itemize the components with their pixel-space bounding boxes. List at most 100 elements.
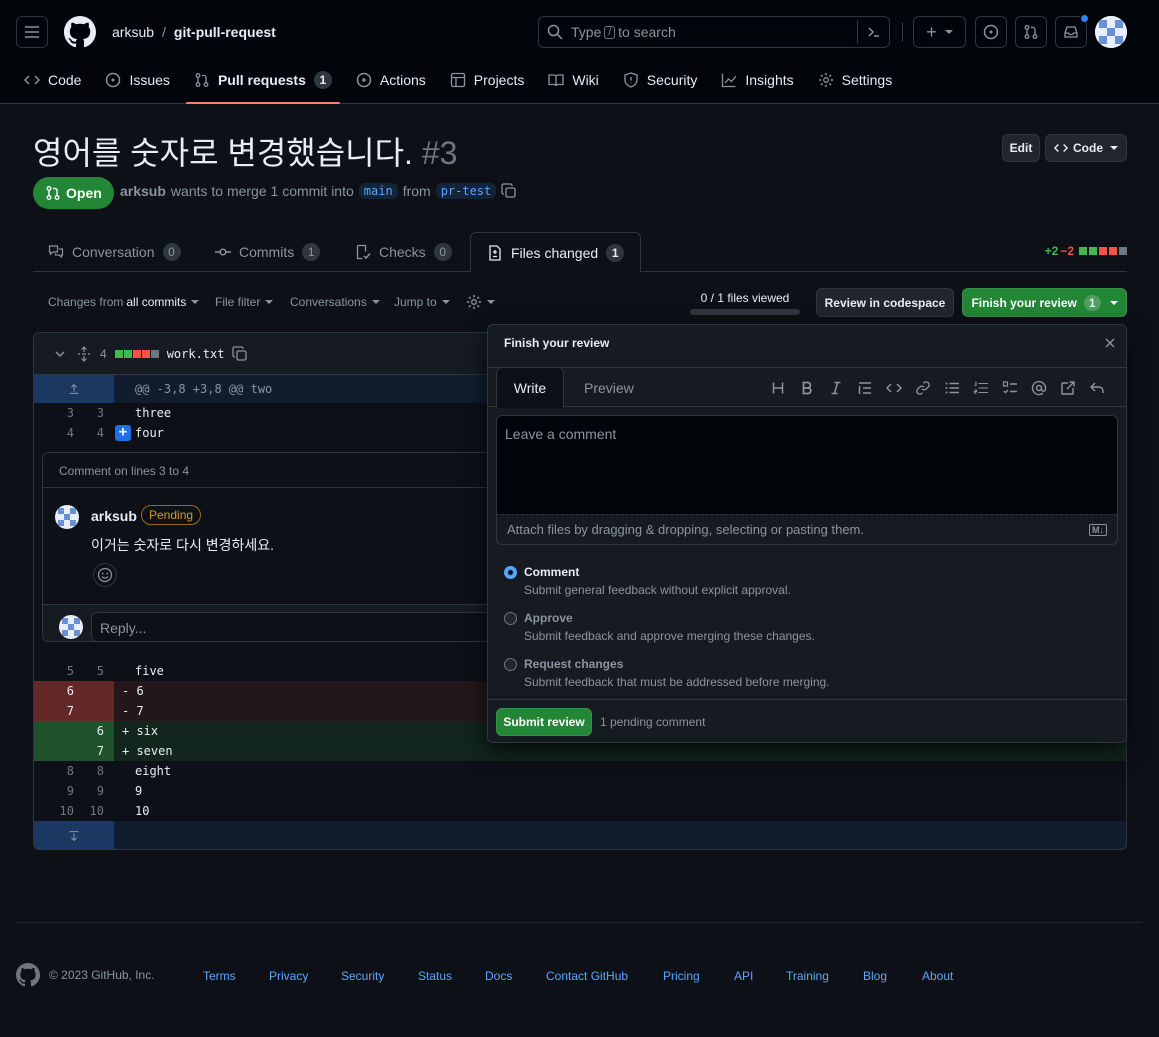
comment-author[interactable]: arksub bbox=[91, 508, 137, 524]
tab-insights-label: Insights bbox=[745, 72, 794, 88]
avatar[interactable] bbox=[1095, 16, 1127, 48]
code-dropdown-button[interactable]: Code bbox=[1045, 134, 1127, 162]
issues-button[interactable] bbox=[975, 16, 1007, 48]
reply-icon[interactable] bbox=[1089, 380, 1105, 396]
footer-link-security[interactable]: Security bbox=[341, 969, 384, 983]
changes-from-dropdown[interactable]: Changes from all commits bbox=[48, 295, 200, 309]
reply-input[interactable]: Reply... bbox=[91, 612, 511, 641]
ordered-list-icon[interactable] bbox=[973, 380, 989, 396]
menu-button[interactable] bbox=[16, 16, 48, 48]
footer-link-status[interactable]: Status bbox=[418, 969, 452, 983]
heading-icon[interactable] bbox=[770, 380, 786, 396]
avatar[interactable] bbox=[55, 505, 79, 529]
quote-icon[interactable] bbox=[857, 380, 873, 396]
tab-insights[interactable]: Insights bbox=[713, 64, 801, 96]
new-line-number[interactable]: 7 bbox=[64, 741, 104, 761]
option-approve-title[interactable]: Approve bbox=[524, 611, 573, 625]
base-branch[interactable]: main bbox=[358, 183, 398, 199]
add-reaction-button[interactable] bbox=[93, 563, 117, 587]
footer-link-terms[interactable]: Terms bbox=[203, 969, 236, 983]
edit-title-button[interactable]: Edit bbox=[1002, 134, 1040, 162]
attach-files-area[interactable]: Attach files by dragging & dropping, sel… bbox=[496, 514, 1118, 545]
option-request-changes-title[interactable]: Request changes bbox=[524, 657, 623, 671]
review-in-codespace-button[interactable]: Review in codespace bbox=[816, 288, 954, 317]
tab-security[interactable]: Security bbox=[615, 64, 706, 96]
code-icon[interactable] bbox=[886, 380, 902, 396]
tab-code[interactable]: Code bbox=[16, 64, 89, 96]
pr-author[interactable]: arksub bbox=[120, 183, 166, 199]
submit-review-button[interactable]: Submit review bbox=[496, 708, 592, 736]
github-mark-icon[interactable] bbox=[16, 963, 40, 987]
tab-actions[interactable]: Actions bbox=[348, 64, 434, 96]
new-line-number[interactable]: 8 bbox=[64, 761, 104, 781]
search-input[interactable]: Type / to search bbox=[538, 16, 890, 48]
footer-link-about[interactable]: About bbox=[922, 969, 953, 983]
footer-link-pricing[interactable]: Pricing bbox=[663, 969, 700, 983]
unfold-icon[interactable] bbox=[76, 345, 92, 362]
new-line-number[interactable]: 5 bbox=[64, 661, 104, 681]
footer-link-api[interactable]: API bbox=[734, 969, 753, 983]
footer-link-training[interactable]: Training bbox=[786, 969, 829, 983]
diff-settings-button[interactable] bbox=[466, 294, 495, 310]
tab-preview[interactable]: Preview bbox=[584, 380, 634, 396]
new-line-number[interactable]: 3 bbox=[64, 403, 104, 423]
chevron-down-icon bbox=[191, 300, 200, 304]
diffstat: +2 −2 bbox=[1045, 244, 1127, 258]
link-icon[interactable] bbox=[915, 380, 931, 396]
tab-settings[interactable]: Settings bbox=[810, 64, 901, 96]
cross-reference-icon[interactable] bbox=[1060, 380, 1076, 396]
radio-comment[interactable] bbox=[504, 566, 517, 579]
breadcrumb-owner[interactable]: arksub bbox=[112, 24, 154, 40]
footer-link-blog[interactable]: Blog bbox=[863, 969, 887, 983]
new-line-number[interactable]: 10 bbox=[64, 801, 104, 821]
file-filter-dropdown[interactable]: File filter bbox=[215, 295, 274, 309]
tab-write[interactable]: Write bbox=[496, 367, 564, 408]
file-name[interactable]: work.txt bbox=[167, 347, 225, 361]
pull-requests-button[interactable] bbox=[1015, 16, 1047, 48]
tab-checks[interactable]: Checks 0 bbox=[355, 232, 452, 272]
italic-icon[interactable] bbox=[828, 380, 844, 396]
copy-icon[interactable] bbox=[232, 345, 248, 362]
unordered-list-icon[interactable] bbox=[944, 380, 960, 396]
head-branch[interactable]: pr-test bbox=[435, 183, 497, 199]
create-new-button[interactable]: + bbox=[913, 16, 966, 48]
command-palette-button[interactable] bbox=[857, 21, 889, 43]
tab-commits[interactable]: Commits 1 bbox=[215, 232, 321, 272]
footer-link-contact[interactable]: Contact GitHub bbox=[546, 969, 628, 983]
radio-request-changes[interactable] bbox=[504, 658, 517, 671]
expand-down-button[interactable] bbox=[34, 821, 114, 849]
review-comment-textarea[interactable]: Leave a comment bbox=[496, 415, 1118, 515]
footer-link-docs[interactable]: Docs bbox=[485, 969, 512, 983]
old-line-number[interactable]: 6 bbox=[34, 681, 74, 701]
new-line-number[interactable]: 6 bbox=[64, 721, 104, 741]
conversations-dropdown[interactable]: Conversations bbox=[290, 295, 380, 309]
add-comment-button[interactable]: + bbox=[115, 425, 131, 441]
tasklist-icon[interactable] bbox=[1002, 380, 1018, 396]
github-logo[interactable] bbox=[64, 16, 96, 48]
tab-files-changed[interactable]: Files changed 1 bbox=[470, 232, 642, 273]
tab-projects[interactable]: Projects bbox=[442, 64, 533, 96]
new-line-number[interactable]: 4 bbox=[64, 423, 104, 443]
finish-review-button[interactable]: Finish your review 1 bbox=[962, 288, 1127, 317]
old-line-number[interactable]: 7 bbox=[34, 701, 74, 721]
expand-up-button[interactable] bbox=[34, 375, 114, 403]
tab-conversation[interactable]: Conversation 0 bbox=[48, 232, 181, 272]
footer-link-privacy[interactable]: Privacy bbox=[269, 969, 308, 983]
tab-pull-requests[interactable]: Pull requests 1 bbox=[185, 64, 340, 104]
radio-approve[interactable] bbox=[504, 612, 517, 625]
close-icon[interactable] bbox=[1102, 335, 1118, 351]
chevron-down-icon[interactable] bbox=[52, 346, 68, 362]
copy-icon[interactable] bbox=[501, 183, 517, 199]
breadcrumb-repo[interactable]: git-pull-request bbox=[174, 24, 276, 40]
bold-icon[interactable] bbox=[799, 380, 815, 396]
tab-issues[interactable]: Issues bbox=[97, 64, 177, 96]
user-avatar-icon bbox=[1095, 16, 1127, 48]
mention-icon[interactable] bbox=[1031, 380, 1047, 396]
user-avatar-icon bbox=[59, 615, 83, 639]
new-line-number[interactable]: 9 bbox=[64, 781, 104, 801]
editor-toolbar: Write Preview bbox=[488, 367, 1126, 408]
option-comment-title[interactable]: Comment bbox=[524, 565, 579, 579]
plus-icon: + bbox=[926, 22, 937, 42]
tab-wiki[interactable]: Wiki bbox=[540, 64, 606, 96]
jump-to-dropdown[interactable]: Jump to bbox=[394, 295, 450, 309]
